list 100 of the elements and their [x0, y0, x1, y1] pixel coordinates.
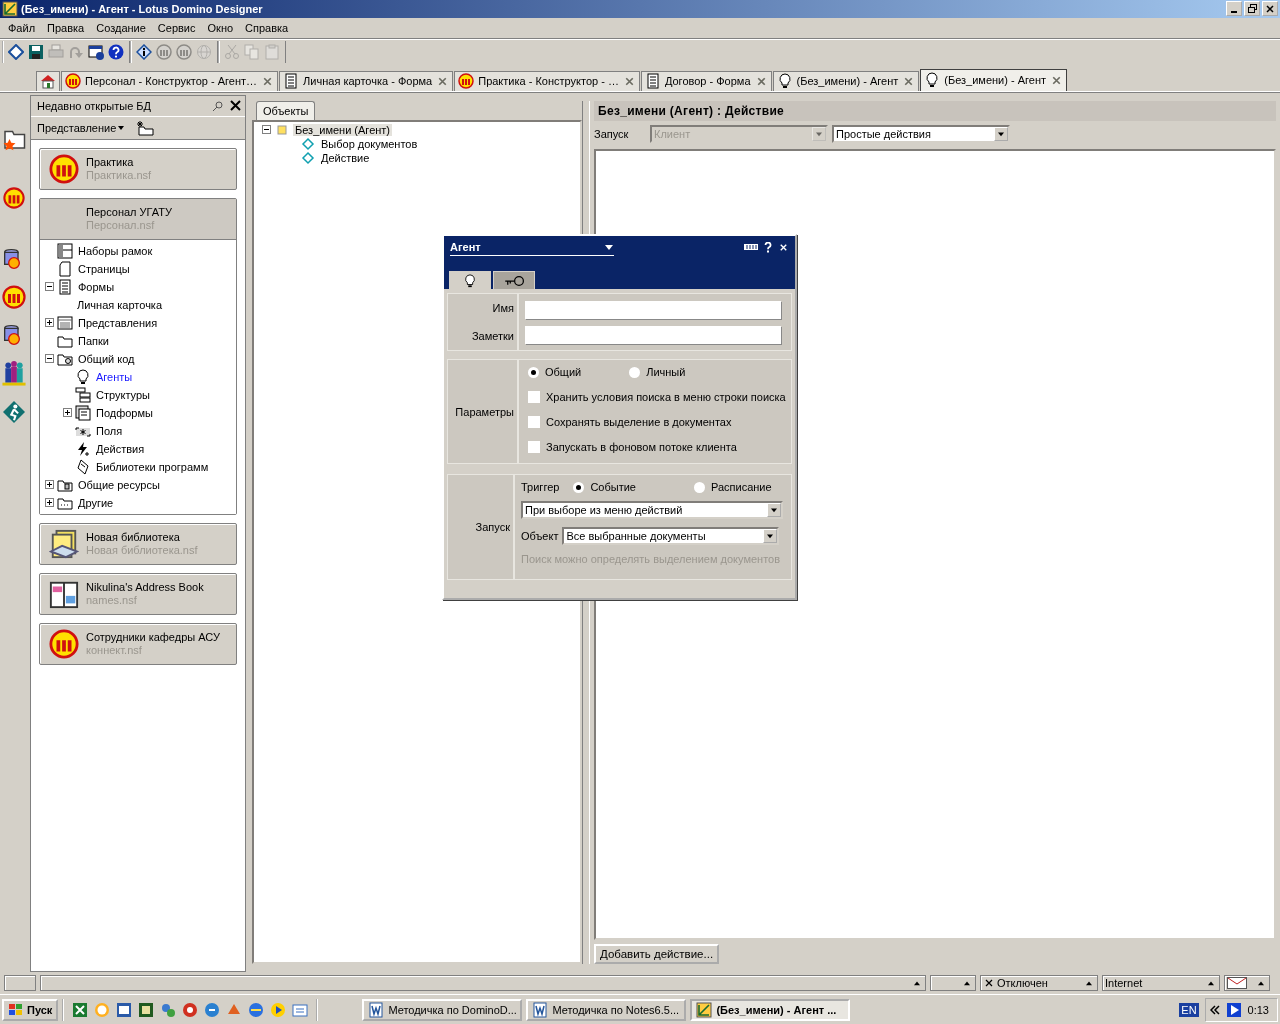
tab[interactable]: Персонал - Конструктор - Агент…	[61, 70, 279, 91]
section-label: Запуск	[475, 521, 510, 533]
language-indicator[interactable]: EN	[1179, 1002, 1199, 1017]
close-button[interactable]	[1262, 1, 1278, 17]
menu-item[interactable]: Создание	[90, 21, 152, 34]
tree-item[interactable]: Наборы рамок	[76, 244, 155, 257]
text-field[interactable]	[525, 325, 781, 344]
database-name: Практика	[86, 155, 135, 169]
tab[interactable]: Личная карточка - Форма	[279, 70, 454, 91]
checkbox[interactable]	[528, 416, 540, 428]
quick-launch-icon[interactable]	[72, 1001, 89, 1018]
tab[interactable]: Практика - Конструктор - …	[454, 70, 640, 91]
quick-launch-icon[interactable]	[204, 1001, 221, 1018]
window-help-icon[interactable]	[88, 43, 104, 60]
tab[interactable]: (Без_имени) - Агент	[772, 70, 920, 91]
database-card[interactable]: Новая библиотека Новая библиотека.nsf	[39, 522, 237, 565]
minimize-button[interactable]	[1226, 1, 1242, 17]
menu-item[interactable]: Файл	[2, 21, 42, 34]
tree-item[interactable]: Агенты	[94, 370, 135, 383]
checkbox[interactable]	[528, 441, 540, 453]
chevron-left-icon[interactable]	[1209, 1004, 1220, 1015]
tree-item[interactable]: Поля	[94, 424, 125, 437]
menu-item[interactable]: Справка	[239, 21, 295, 34]
tree-item[interactable]: Папки	[76, 334, 111, 347]
dialog-title[interactable]: Агент	[450, 240, 604, 253]
menu-item[interactable]: Окно	[201, 21, 240, 34]
tree-item[interactable]: Структуры	[94, 388, 152, 401]
checkbox[interactable]	[528, 391, 540, 403]
event-dropdown[interactable]: При выборе из меню действий	[521, 501, 783, 519]
status-segment[interactable]: Internet	[1102, 975, 1220, 992]
tree-item[interactable]: Общие ресурсы	[76, 478, 162, 491]
quick-launch-icon[interactable]	[270, 1001, 287, 1018]
close-icon[interactable]	[230, 100, 241, 112]
caret-icon[interactable]	[604, 242, 614, 251]
pin-icon[interactable]	[212, 99, 224, 112]
database-card[interactable]: Практика Практика.nsf	[39, 147, 237, 190]
database-icon[interactable]	[2, 284, 26, 309]
restore-button[interactable]	[1244, 1, 1260, 17]
new-folder-icon[interactable]	[136, 119, 155, 136]
tab[interactable]	[36, 70, 60, 91]
expand-toggle[interactable]	[44, 318, 54, 328]
quick-launch-icon[interactable]	[138, 1001, 155, 1018]
collapse-toggle[interactable]	[44, 282, 54, 292]
status-segment[interactable]	[4, 975, 36, 992]
quick-launch-icon[interactable]	[160, 1001, 177, 1018]
start-button[interactable]: Пуск	[2, 998, 59, 1021]
tree-item[interactable]: Библиотеки программ	[94, 460, 211, 473]
tree-item[interactable]: Общий код	[76, 352, 137, 365]
tab[interactable]: Договор - Форма	[640, 70, 772, 91]
people-icon[interactable]	[2, 360, 26, 387]
quick-launch-icon[interactable]	[248, 1001, 265, 1018]
media-player-icon[interactable]	[1225, 1001, 1242, 1018]
tree-item[interactable]: Личная карточка	[75, 298, 165, 311]
tab[interactable]: Объекты	[256, 100, 316, 120]
tree-item[interactable]: Действия	[94, 442, 147, 455]
quick-launch-icon[interactable]	[116, 1001, 133, 1018]
collapse-toggle[interactable]	[261, 125, 271, 135]
taskbar-button[interactable]: (Без_имени) - Агент ...	[690, 998, 851, 1021]
taskbar-button[interactable]: Методичка по DominoD...	[362, 998, 523, 1021]
tree-item[interactable]: Формы	[76, 280, 117, 293]
info-icon[interactable]	[136, 43, 152, 60]
status-segment[interactable]	[1224, 975, 1270, 992]
database-icon[interactable]	[3, 186, 25, 209]
tree-item[interactable]: Действие	[319, 151, 372, 164]
radio-button[interactable]	[693, 481, 705, 493]
database-card[interactable]: Nikulina's Address Book names.nsf	[39, 572, 237, 615]
add-action-button[interactable]: Добавить действие...	[594, 944, 720, 965]
radio-button[interactable]	[573, 481, 585, 493]
help-icon[interactable]	[108, 43, 124, 60]
menu-item[interactable]: Сервис	[151, 21, 202, 34]
radio-label: Личный	[646, 366, 686, 378]
tree-item[interactable]: Выбор документов	[319, 137, 420, 150]
radio-button[interactable]	[629, 366, 641, 378]
tree-item[interactable]: Другие	[76, 496, 116, 509]
tree-item[interactable]: Без_имени (Агент)	[293, 123, 393, 136]
language-dropdown[interactable]: Простые действия	[832, 124, 1010, 143]
tab[interactable]: (Без_имени) - Агент	[920, 68, 1067, 91]
taskbar-button[interactable]: Методичка по Notes6.5...	[526, 998, 687, 1021]
target-dropdown[interactable]: Все выбранные документы	[562, 527, 780, 545]
dock-icon[interactable]	[744, 244, 758, 250]
help-icon[interactable]	[764, 241, 772, 253]
expand-toggle[interactable]	[62, 408, 72, 418]
diamond-icon[interactable]	[8, 43, 24, 60]
status-segment[interactable]: Отключен	[980, 975, 1098, 992]
quick-launch-icon[interactable]	[182, 1001, 199, 1018]
database-icon	[458, 73, 475, 90]
tree-item[interactable]: Подформы	[94, 406, 155, 419]
tree-item[interactable]: Страницы	[76, 262, 132, 275]
frameset-icon	[57, 242, 73, 259]
expand-toggle[interactable]	[44, 498, 54, 508]
collapse-toggle[interactable]	[44, 354, 54, 364]
menu-item[interactable]: Правка	[41, 21, 91, 34]
database-card[interactable]: Сотрудники кафедры АСУ коннект.nsf	[39, 622, 237, 665]
expand-toggle[interactable]	[44, 480, 54, 490]
text-field[interactable]	[525, 300, 781, 319]
radio-button[interactable]	[528, 366, 539, 378]
status-segment[interactable]	[40, 975, 926, 992]
runner-icon[interactable]	[3, 400, 25, 423]
tree-item[interactable]: Представления	[76, 316, 160, 329]
status-segment[interactable]	[930, 975, 976, 992]
